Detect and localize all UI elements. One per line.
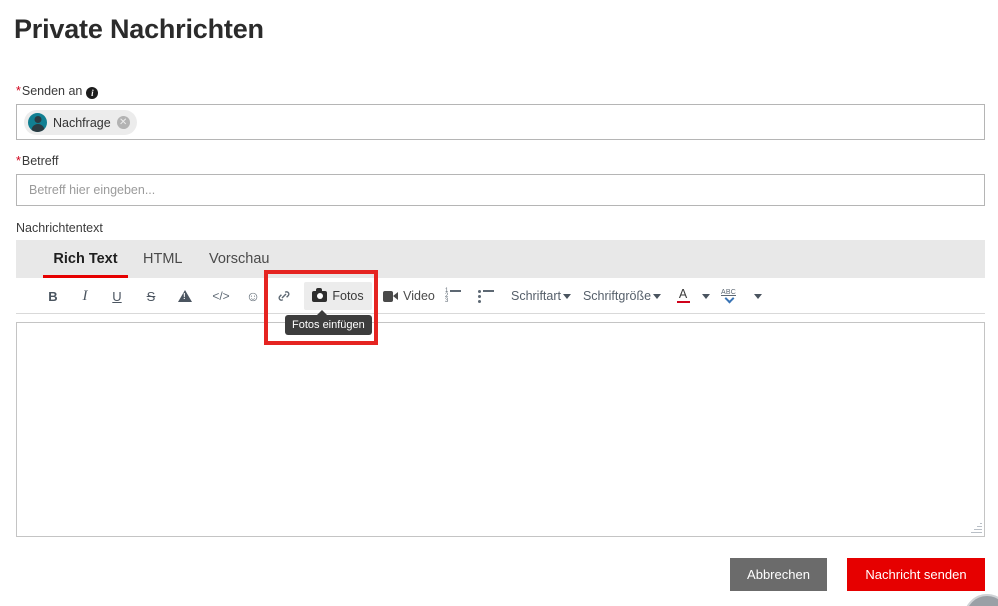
editor-toolbar: B I U S </> ☺ Fotos Video 123	[16, 278, 985, 314]
recipient-chip[interactable]: Nachfrage ✕	[24, 110, 137, 135]
camera-icon	[312, 287, 328, 302]
recipient-chip-label: Nachfrage	[53, 115, 111, 130]
insert-photos-label: Fotos	[332, 289, 364, 303]
text-color-chevron-down-icon[interactable]	[699, 278, 713, 314]
chevron-down-icon	[563, 293, 571, 299]
font-family-dropdown[interactable]: Schriftart	[510, 278, 572, 314]
font-family-label: Schriftart	[510, 289, 561, 303]
tab-vorschau[interactable]: Vorschau	[209, 240, 269, 278]
strikethrough-icon[interactable]: S	[142, 278, 160, 314]
message-body-textarea[interactable]	[16, 322, 985, 537]
required-marker: *	[16, 84, 21, 98]
spellcheck-icon[interactable]: ABC	[720, 278, 738, 314]
subject-input[interactable]: Betreff hier eingeben...	[16, 174, 985, 206]
chat-bubble-icon[interactable]	[964, 594, 998, 606]
insert-video-label: Video	[403, 289, 435, 303]
underline-icon[interactable]: U	[108, 278, 126, 314]
video-camera-icon	[383, 290, 399, 302]
insert-video-button[interactable]: Video	[378, 278, 440, 314]
insert-photos-button[interactable]: Fotos	[304, 282, 372, 310]
tab-html[interactable]: HTML	[143, 240, 182, 278]
subject-placeholder: Betreff hier eingeben...	[29, 183, 156, 197]
private-messages-page: Private Nachrichten *Senden an i Nachfrag…	[0, 0, 998, 606]
user-avatar-icon	[28, 113, 47, 132]
unordered-list-icon[interactable]	[475, 278, 497, 314]
text-color-icon[interactable]: A	[675, 278, 691, 314]
code-icon[interactable]: </>	[210, 278, 232, 314]
ordered-list-icon[interactable]: 123	[442, 278, 464, 314]
close-circle-icon[interactable]: ✕	[116, 116, 130, 129]
photos-tooltip: Fotos einfügen	[285, 310, 372, 335]
link-icon[interactable]	[275, 278, 293, 314]
text-color-swatch	[676, 300, 690, 304]
font-size-dropdown[interactable]: Schriftgröße	[582, 278, 662, 314]
recipient-input[interactable]: Nachfrage ✕	[16, 104, 985, 140]
recipient-label-text: Senden an	[21, 84, 83, 98]
editor-tabbar: Rich Text HTML Vorschau	[16, 240, 985, 278]
cancel-button[interactable]: Abbrechen	[730, 558, 827, 591]
page-title: Private Nachrichten	[14, 14, 264, 44]
resize-handle[interactable]	[970, 522, 982, 534]
emoji-icon[interactable]: ☺	[244, 278, 262, 314]
warning-triangle-icon[interactable]	[176, 278, 194, 314]
recipient-field-label: *Senden an i	[16, 84, 99, 99]
overflow-chevron-down-icon[interactable]	[751, 278, 765, 314]
subject-field-label: *Betreff	[16, 154, 58, 168]
italic-icon[interactable]: I	[76, 278, 94, 314]
chevron-down-icon	[653, 293, 662, 299]
message-field-label: Nachrichtentext	[16, 221, 103, 235]
bold-icon[interactable]: B	[44, 278, 62, 314]
send-message-button[interactable]: Nachricht senden	[847, 558, 985, 591]
font-size-label: Schriftgröße	[582, 289, 652, 303]
required-marker: *	[16, 154, 21, 168]
text-color-letter: A	[678, 286, 688, 301]
subject-label-text: Betreff	[21, 154, 59, 168]
tab-rich-text[interactable]: Rich Text	[43, 240, 128, 278]
info-icon[interactable]: i	[86, 87, 99, 99]
